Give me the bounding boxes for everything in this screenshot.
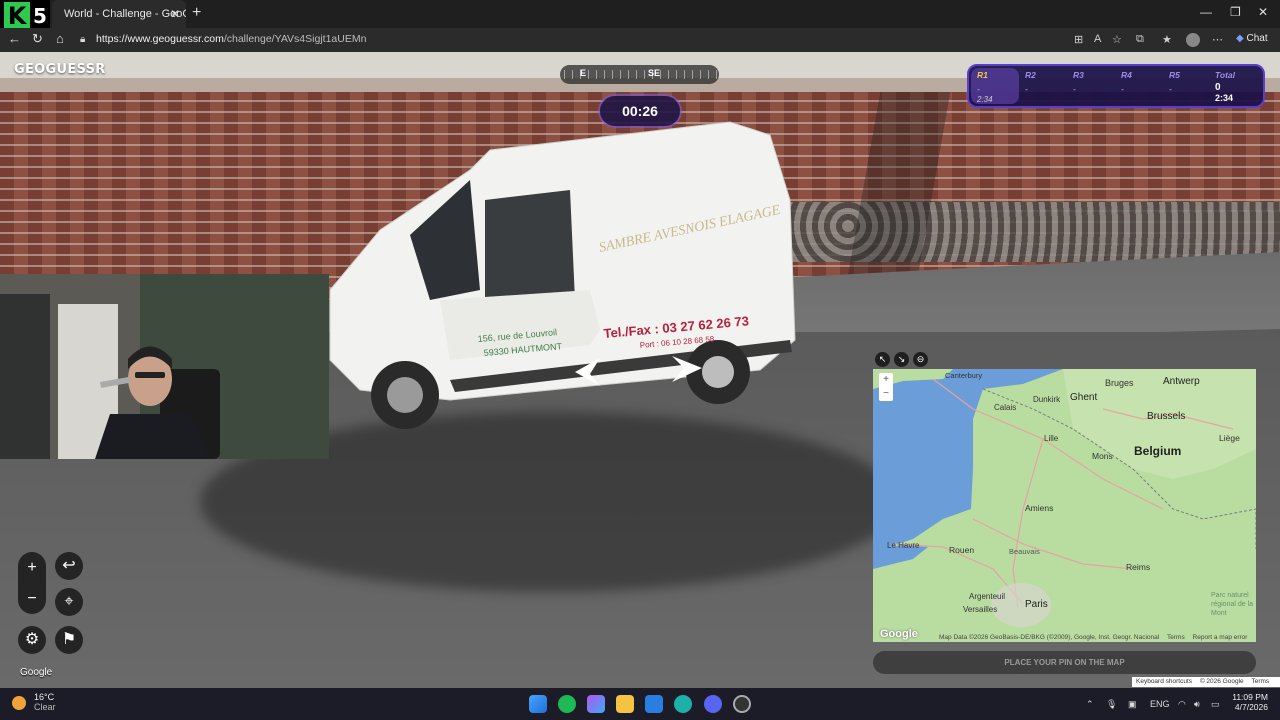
total-column: Total 0 2:34 <box>1215 70 1235 103</box>
webcam-image <box>0 274 329 459</box>
total-label: Total <box>1215 70 1235 80</box>
start-menu-icon[interactable] <box>529 695 547 713</box>
map-city-label: Brussels <box>1147 411 1186 422</box>
compass-label-se: SE <box>648 68 661 78</box>
round-label: R1 <box>977 70 988 80</box>
round-score: - <box>1025 85 1028 94</box>
map-pin-icon[interactable]: ⊖ <box>913 352 928 367</box>
round-time: 2:34 <box>977 95 993 104</box>
map-city-label: Liège <box>1219 433 1240 443</box>
settings-button[interactable]: ⚙ <box>18 626 46 654</box>
copilot-app-icon[interactable] <box>587 695 605 713</box>
tray-chevron-icon[interactable]: ⌃ <box>1086 699 1094 710</box>
wifi-icon[interactable]: ◠ <box>1178 699 1186 710</box>
location-pin-icon: ⌖ <box>64 593 74 610</box>
google-footer: Keyboard shortcuts © 2026 Google Terms <box>1132 677 1280 687</box>
geoguessr-logo[interactable]: GEOGUESSR <box>14 62 106 77</box>
round-label: R2 <box>1025 70 1036 80</box>
zoom-in-button[interactable]: + <box>18 552 46 583</box>
battery-icon[interactable]: ▭ <box>1211 699 1220 710</box>
round-1: R1 - 2:34 <box>977 70 993 104</box>
round-timer: 00:26 <box>600 96 680 126</box>
round-score: - <box>1169 85 1172 94</box>
map-city-label: Reims <box>1126 562 1151 572</box>
tray-app-icon[interactable]: ▣ <box>1128 699 1137 710</box>
round-label: R3 <box>1073 70 1084 80</box>
map-city-label: Mons <box>1092 451 1113 461</box>
map-attribution-bar: Map Data ©2026 GeoBasis-DE/BKG (©2009), … <box>873 633 1256 642</box>
map-report-link[interactable]: Report a map error <box>1193 634 1248 641</box>
map-city-label: Lille <box>1044 434 1059 443</box>
round-4: R4 - <box>1121 70 1132 94</box>
zoom-controls: + − <box>18 552 46 614</box>
keyboard-shortcuts-link[interactable]: Keyboard shortcuts <box>1136 678 1192 685</box>
moon-weather-icon <box>12 696 26 710</box>
map-city-label: Bruges <box>1105 378 1134 388</box>
round-label: R5 <box>1169 70 1180 80</box>
clock-time: 11:09 PM <box>1232 692 1268 702</box>
map-city-label: Calais <box>994 403 1017 412</box>
map-city-label: Argenteuil <box>969 592 1006 601</box>
spotify-icon[interactable] <box>558 695 576 713</box>
place-pin-button[interactable]: PLACE YOUR PIN ON THE MAP <box>873 651 1256 674</box>
weather-desc: Clear <box>34 702 56 712</box>
map-attribution: Map Data ©2026 GeoBasis-DE/BKG (©2009), … <box>939 634 1160 641</box>
round-score: - <box>977 85 980 94</box>
edge-icon[interactable] <box>674 695 692 713</box>
system-clock[interactable]: 11:09 PM 4/7/2026 <box>1232 692 1268 712</box>
map-zoom-controls: + − <box>879 373 893 401</box>
clock-date: 4/7/2026 <box>1234 702 1268 712</box>
microphone-icon[interactable]: 🎙︎ <box>1106 699 1117 710</box>
round-label: R4 <box>1121 70 1132 80</box>
total-time: 2:34 <box>1215 93 1234 103</box>
map-city-label: Canterbury <box>945 371 983 380</box>
weather-widget[interactable]: 16°C Clear <box>12 692 56 712</box>
total-score: 0 <box>1215 82 1221 93</box>
zoom-out-button[interactable]: − <box>18 583 46 614</box>
footer-terms-link[interactable]: Terms <box>1251 678 1269 685</box>
round-3: R3 - <box>1073 70 1084 94</box>
map-size-controls: ↖ ↘ ⊖ <box>875 349 932 367</box>
map-city-label: Beauvais <box>1009 547 1040 556</box>
volume-icon[interactable]: 🔊︎ <box>1194 699 1200 710</box>
webcam-overlay <box>0 274 329 459</box>
map-city-label: Dunkirk <box>1033 395 1061 404</box>
round-score: - <box>1121 85 1124 94</box>
map-expand-icon[interactable]: ↖ <box>875 352 890 367</box>
google-watermark: Google <box>20 667 53 678</box>
return-to-start-button[interactable]: ⌖ <box>55 588 83 616</box>
map-zoom-out-button[interactable]: − <box>883 388 889 399</box>
language-indicator[interactable]: ENG <box>1150 699 1170 709</box>
map-terms-link[interactable]: Terms <box>1167 634 1185 641</box>
map-city-label: Antwerp <box>1163 376 1200 387</box>
file-explorer-icon[interactable] <box>616 695 634 713</box>
map-city-label: Rouen <box>949 545 975 555</box>
map-park-label: Parc naturel régional de la Mont <box>1211 592 1254 617</box>
gear-icon: ⚙ <box>24 631 40 648</box>
store-icon[interactable] <box>645 695 663 713</box>
compass-label-e: E <box>580 68 587 78</box>
undo-move-button[interactable]: ↩ <box>55 552 83 580</box>
map-city-label: Versailles <box>963 605 998 614</box>
round-2: R2 - <box>1025 70 1036 94</box>
obs-icon[interactable] <box>733 695 751 713</box>
map-city-label: Ghent <box>1070 392 1098 403</box>
discord-icon[interactable] <box>704 695 722 713</box>
round-score: - <box>1073 85 1076 94</box>
score-panel: R1 - 2:34 R2 - R3 - R4 - R5 - Total 0 2:… <box>967 64 1265 108</box>
map-zoom-in-button[interactable]: + <box>883 374 889 385</box>
flag-button[interactable]: ⚑ <box>55 626 83 654</box>
guess-map[interactable]: Canterbury Bruges Antwerp Ghent Dunkirk … <box>873 369 1256 642</box>
compass-bar: E SE <box>560 65 719 84</box>
map-country-label: Belgium <box>1134 444 1182 458</box>
weather-temp: 16°C <box>34 692 55 702</box>
map-canvas <box>873 369 1256 642</box>
map-city-label: Paris <box>1025 599 1048 610</box>
flag-icon: ⚑ <box>61 631 77 648</box>
round-5: R5 - <box>1169 70 1180 94</box>
map-shrink-icon[interactable]: ↘ <box>894 352 909 367</box>
map-city-label: Amiens <box>1025 503 1054 513</box>
map-city-label: Le Havre <box>887 541 920 550</box>
copyright-text: © 2026 Google <box>1199 678 1244 685</box>
